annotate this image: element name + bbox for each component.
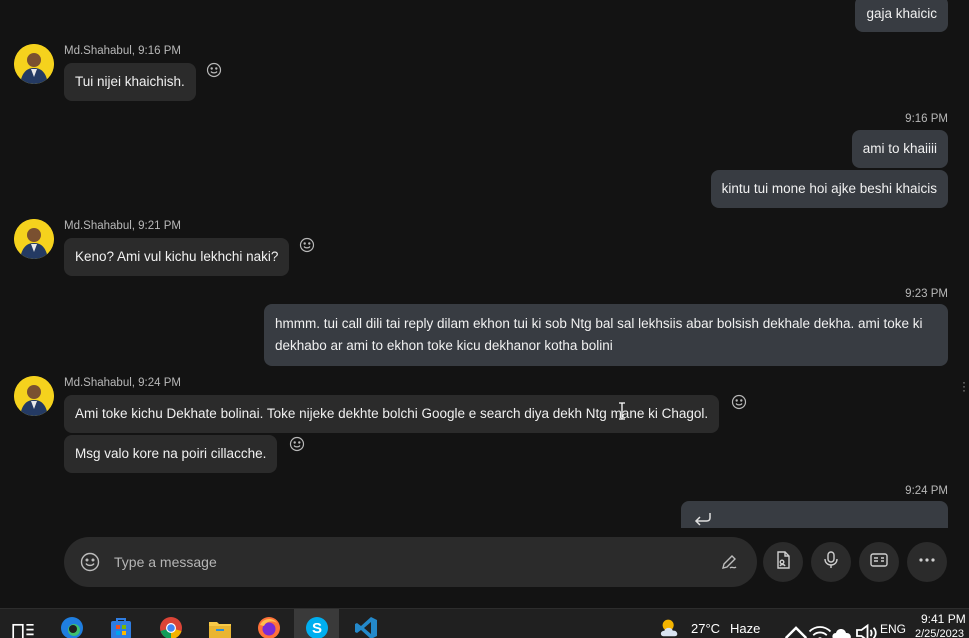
mic-button[interactable] <box>811 542 851 582</box>
sender-label: Md.Shahabul, 9:16 PM <box>64 45 181 57</box>
chrome-icon[interactable] <box>159 616 183 638</box>
onedrive-icon[interactable] <box>830 621 851 638</box>
message-text: kintu tui mone hoi ajke beshi khaicis <box>721 181 937 196</box>
chevron-up-icon[interactable] <box>784 621 808 638</box>
message-text: Keno? Ami vul kichu lekhchi naki? <box>75 249 279 264</box>
weather-text: Haze <box>730 621 761 636</box>
avatar[interactable] <box>14 44 54 84</box>
timestamp: 9:23 PM <box>905 288 948 300</box>
message-text: Msg valo kore na poiri cillacche. <box>75 446 267 461</box>
timestamp: 9:16 PM <box>905 113 948 125</box>
scrollbar[interactable]: · · · <box>962 376 966 396</box>
sender-label: Md.Shahabul, 9:24 PM <box>64 377 181 389</box>
message-text: Tui nijei khaichish. <box>75 74 185 89</box>
message-bubble-incoming[interactable]: Msg valo kore na poiri cillacche. <box>64 435 278 473</box>
volume-icon[interactable] <box>854 621 877 638</box>
chat-history[interactable]: gaja khaicic Md.Shahabul, 9:16 PM Tui ni… <box>0 0 969 528</box>
svg-text:S: S <box>312 620 322 637</box>
smiley-icon[interactable] <box>299 237 315 253</box>
message-bubble-incoming[interactable]: Keno? Ami vul kichu lekhchi naki? <box>64 238 290 276</box>
language-indicator[interactable]: ENG <box>880 622 906 636</box>
reply-icon <box>693 510 713 526</box>
contact-card-button[interactable] <box>859 542 899 582</box>
wifi-icon[interactable] <box>808 621 832 638</box>
mic-icon <box>821 550 841 575</box>
weather-temp: 27°C <box>691 621 721 636</box>
edge-icon[interactable] <box>60 616 84 638</box>
pen-icon[interactable] <box>719 552 739 572</box>
store-icon[interactable] <box>109 616 133 638</box>
file-button[interactable] <box>763 542 803 582</box>
more-options-button[interactable] <box>907 542 947 582</box>
smiley-icon[interactable] <box>206 62 222 78</box>
message-bubble-incoming[interactable]: Tui nijei khaichish. <box>64 63 196 101</box>
message-text: Ami toke kichu Dekhate bolinai. Toke nij… <box>75 406 709 421</box>
emoji-icon[interactable] <box>80 552 100 572</box>
message-composer <box>64 537 757 587</box>
clock-time[interactable]: 9:41 PM <box>921 612 966 626</box>
file-explorer-icon[interactable] <box>208 616 232 638</box>
vscode-icon[interactable] <box>354 616 378 638</box>
taskbar: S 27°C Haze ENG 9:41 PM 2/25/2023 <box>0 608 969 638</box>
more-icon <box>917 550 937 575</box>
timestamp: 9:24 PM <box>905 485 948 497</box>
message-text: ami to khaiiii <box>862 141 937 156</box>
task-view-icon[interactable] <box>12 620 34 638</box>
message-bubble-outgoing[interactable]: hmmm. tui call dili tai reply dilam ekho… <box>264 304 948 366</box>
message-input[interactable] <box>114 551 694 573</box>
firefox-icon[interactable] <box>257 616 281 638</box>
contact-card-icon <box>869 550 889 575</box>
message-text: hmmm. tui call dili tai reply dilam ekho… <box>275 316 923 353</box>
smiley-icon[interactable] <box>289 436 305 452</box>
avatar[interactable] <box>14 376 54 416</box>
weather-icon[interactable] <box>658 615 684 638</box>
clock-date[interactable]: 2/25/2023 <box>915 628 964 638</box>
file-icon <box>773 550 793 575</box>
skype-icon[interactable]: S <box>305 616 329 638</box>
message-text: gaja khaicic <box>866 6 937 21</box>
message-bubble-outgoing[interactable]: ami to khaiiii <box>851 130 948 168</box>
sender-label: Md.Shahabul, 9:21 PM <box>64 220 181 232</box>
smiley-icon[interactable] <box>731 394 747 410</box>
message-bubble-outgoing[interactable]: gaja khaicic <box>855 0 948 32</box>
text-cursor <box>617 402 627 420</box>
message-bubble-outgoing[interactable]: kintu tui mone hoi ajke beshi khaicis <box>710 170 948 208</box>
message-bubble-outgoing[interactable] <box>681 501 948 528</box>
avatar[interactable] <box>14 219 54 259</box>
